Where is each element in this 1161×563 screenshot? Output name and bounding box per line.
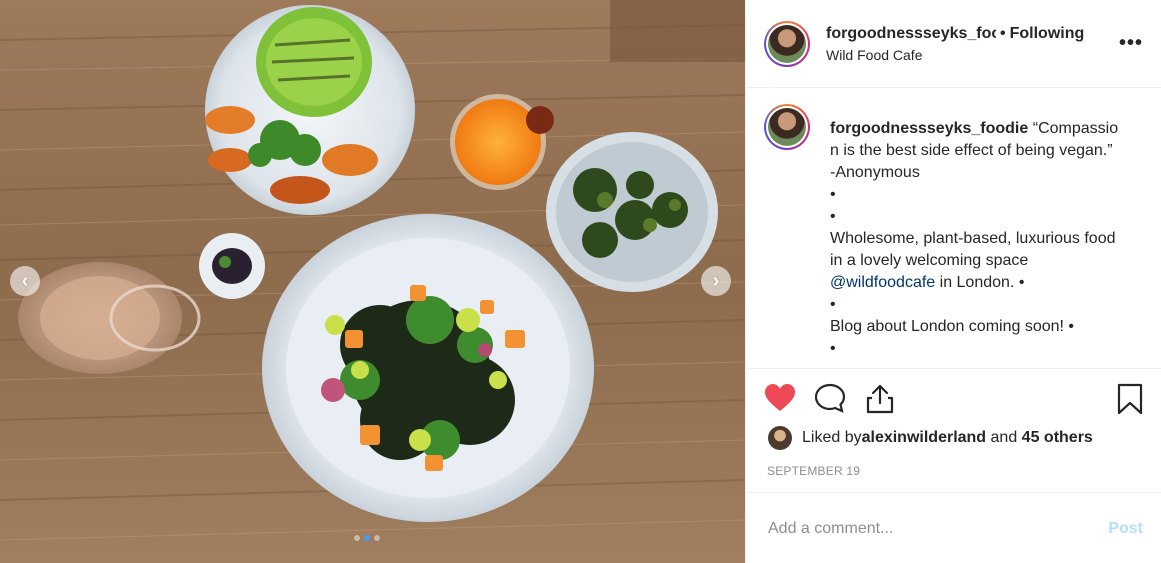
likes-summary: Liked by alexinwilderland and 45 others <box>768 426 1093 450</box>
header-username[interactable]: forgoodnessseyks_foodie <box>826 25 996 43</box>
post-photo[interactable]: ‹ › <box>0 0 745 563</box>
share-icon <box>866 384 894 414</box>
carousel-dot-active <box>364 535 370 541</box>
caption-avatar-image <box>768 108 806 146</box>
header-separator: • <box>1000 24 1006 42</box>
likes-prefix: Liked by <box>802 429 862 446</box>
post-comment-button[interactable]: Post <box>1108 520 1143 538</box>
caption-body-text: Wholesome, plant-based, luxurious food i… <box>830 230 1116 269</box>
post-date[interactable]: SEPTEMBER 19 <box>767 464 860 478</box>
like-button[interactable] <box>764 383 796 418</box>
comment-button[interactable] <box>814 383 846 418</box>
avatar-image <box>768 24 806 63</box>
caption-username[interactable]: forgoodnessseyks_foodie <box>830 120 1028 137</box>
carousel-dot <box>374 535 380 541</box>
more-options-icon[interactable]: ••• <box>1119 32 1143 55</box>
caption-comment: forgoodnessseyks_foodie “Compassion is t… <box>764 104 1143 360</box>
post-header: forgoodnessseyks_foodie • Following Wild… <box>746 0 1161 88</box>
mention-link[interactable]: @wildfoodcafe <box>830 274 935 291</box>
action-bar <box>746 368 1161 428</box>
following-button[interactable]: Following <box>1010 25 1085 43</box>
heart-filled-icon <box>765 384 795 411</box>
previous-photo-button[interactable]: ‹ <box>10 266 40 296</box>
add-comment-section: Post <box>746 492 1161 563</box>
share-button[interactable] <box>864 383 896 420</box>
location-link[interactable]: Wild Food Cafe <box>826 47 1096 63</box>
bookmark-icon <box>1117 383 1143 415</box>
likes-middle: and <box>986 429 1022 446</box>
comment-input[interactable] <box>766 513 1090 545</box>
caption-avatar-border <box>766 106 808 148</box>
header-user-line: forgoodnessseyks_foodie • Following <box>826 25 1096 43</box>
caption-body-text: Blog about London coming soon! • <box>830 318 1074 335</box>
liker-username[interactable]: alexinwilderland <box>862 429 986 447</box>
caption-line: Wholesome, plant-based, luxurious food i… <box>830 228 1120 294</box>
post-sidebar: forgoodnessseyks_foodie • Following Wild… <box>745 0 1161 563</box>
carousel-indicator <box>354 535 380 541</box>
caption-bullet: • <box>830 296 836 313</box>
carousel-dot <box>354 535 360 541</box>
caption-area: forgoodnessseyks_foodie “Compassion is t… <box>746 88 1161 368</box>
caption-bullet: • <box>830 186 836 203</box>
liker-avatar[interactable] <box>768 426 792 450</box>
avatar-border <box>766 22 808 65</box>
next-photo-button[interactable]: › <box>701 266 731 296</box>
caption-avatar[interactable] <box>764 104 810 150</box>
comment-icon <box>814 383 846 413</box>
instagram-post: ‹ › forgoodnessseyks_foodie • Following … <box>0 0 1161 563</box>
avatar[interactable] <box>764 20 810 67</box>
save-button[interactable] <box>1116 383 1144 420</box>
chevron-right-icon: › <box>712 270 720 292</box>
caption-text: forgoodnessseyks_foodie “Compassion is t… <box>830 104 1120 360</box>
caption-bullet: • <box>830 208 836 225</box>
likes-others-link[interactable]: 45 others <box>1022 429 1093 447</box>
caption-body-text: in London. • <box>935 274 1025 291</box>
header-text: forgoodnessseyks_foodie • Following Wild… <box>826 25 1096 63</box>
chevron-left-icon: ‹ <box>21 270 29 292</box>
food-photo-image <box>0 0 745 563</box>
caption-bullet: • <box>830 340 836 357</box>
